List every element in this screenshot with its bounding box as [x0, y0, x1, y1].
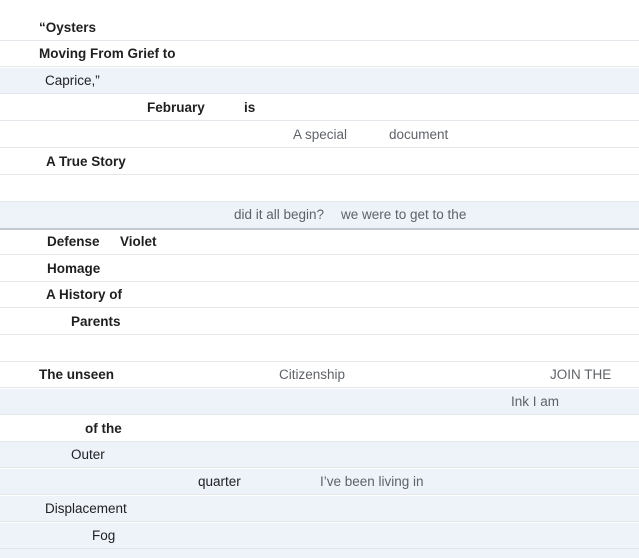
sheet-row: Displacement: [0, 496, 639, 522]
sheet-row: Defense Violet: [0, 229, 639, 255]
sheet-row: Ink I am: [0, 389, 639, 415]
sheet-cell[interactable]: JOIN THE: [550, 362, 611, 388]
sheet-row: Parents: [0, 309, 639, 335]
sheet-row: quarter I’ve been living in: [0, 469, 639, 495]
sheet-row: Outer: [0, 442, 639, 468]
sheet-cell[interactable]: February: [147, 95, 205, 121]
sheet-cell[interactable]: A special: [293, 122, 347, 148]
sheet-cell[interactable]: “Oysters: [39, 15, 96, 41]
sheet-row: Homage: [0, 256, 639, 282]
sheet-row: [0, 176, 639, 202]
sheet-cell[interactable]: Homage: [47, 256, 100, 282]
sheet-row: The unseen Citizenship JOIN THE: [0, 362, 639, 388]
sheet-cell[interactable]: I’ve been living in: [320, 469, 424, 495]
sheet-cell[interactable]: Defense: [47, 229, 100, 255]
sheet-cell[interactable]: of the: [85, 416, 122, 442]
sheet-row: of the: [0, 416, 639, 442]
sheet-cell[interactable]: did it all begin?: [234, 202, 324, 228]
sheet-cell[interactable]: The unseen: [39, 362, 114, 388]
sheet-cell[interactable]: quarter: [198, 469, 241, 495]
sheet-row: A True Story: [0, 149, 639, 175]
sheet-row: did it all begin? we were to get to the: [0, 202, 639, 230]
sheet-cell[interactable]: Parents: [71, 309, 121, 335]
sheet-cell[interactable]: A True Story: [46, 149, 126, 175]
sheet-cell[interactable]: we were to get to the: [341, 202, 466, 228]
sheet-row: A special document: [0, 122, 639, 148]
sheet-row: A History of: [0, 282, 639, 308]
sheet-grid: “Oysters Moving From Grief to Caprice,” …: [0, 0, 639, 558]
sheet-row: [0, 336, 639, 362]
sheet-cell[interactable]: Fog: [92, 523, 115, 549]
sheet-cell[interactable]: Citizenship: [279, 362, 345, 388]
sheet-row: Moving From Grief to: [0, 41, 639, 67]
sheet-row: Caprice,”: [0, 68, 639, 94]
sheet-cell[interactable]: A History of: [46, 282, 122, 308]
sheet-row: [0, 549, 639, 558]
sheet-row: Fog: [0, 523, 639, 549]
sheet-row: “Oysters: [0, 15, 639, 41]
sheet-cell[interactable]: Violet: [120, 229, 157, 255]
sheet-cell[interactable]: is: [244, 95, 255, 121]
sheet-row: February is: [0, 95, 639, 121]
sheet-cell[interactable]: Outer: [71, 442, 105, 468]
sheet-cell[interactable]: Ink I am: [511, 389, 559, 415]
sheet-cell[interactable]: document: [389, 122, 448, 148]
sheet-cell[interactable]: Moving From Grief to: [39, 41, 176, 67]
sheet-cell[interactable]: Displacement: [45, 496, 127, 522]
sheet-cell[interactable]: Caprice,”: [45, 68, 100, 94]
